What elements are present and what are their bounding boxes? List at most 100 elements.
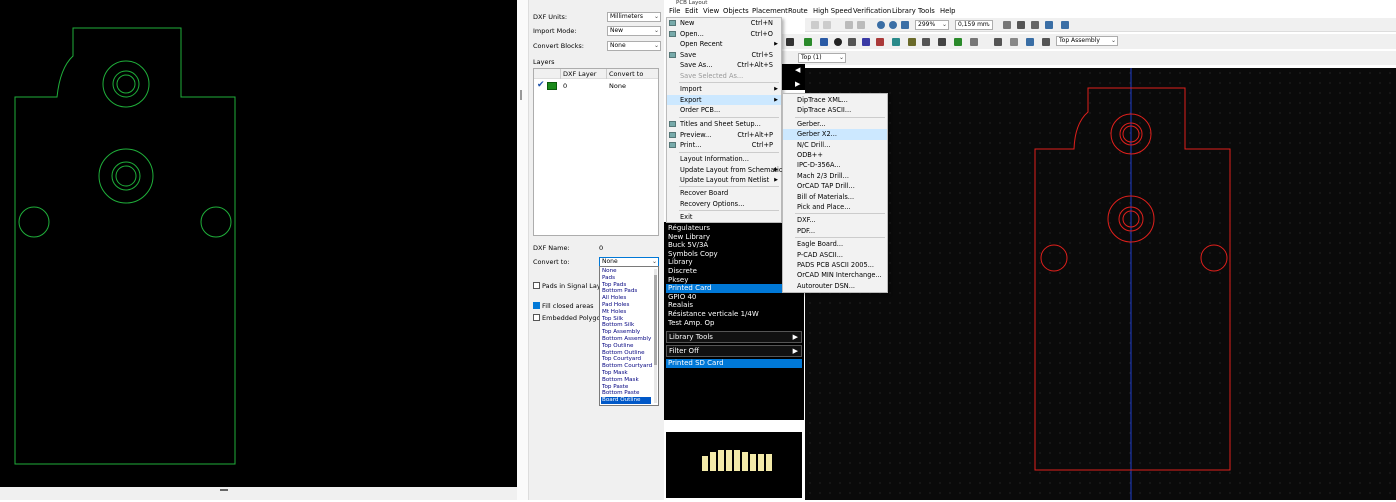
library-list-item[interactable]: Régulateurs xyxy=(668,224,710,233)
pad-icon[interactable] xyxy=(848,38,856,46)
dropdown-option[interactable]: Top Paste xyxy=(601,384,651,391)
menu-edit[interactable]: Edit xyxy=(685,7,698,15)
menu-library[interactable]: Library xyxy=(892,7,916,15)
export-menu-item[interactable]: OrCAD TAP Drill... xyxy=(783,181,887,191)
dropdown-option[interactable]: Bottom Courtyard xyxy=(601,363,652,370)
dropdown-option[interactable]: Board Outline xyxy=(601,397,651,404)
menu-view[interactable]: View xyxy=(703,7,719,15)
dropdown-option[interactable]: None xyxy=(601,268,651,275)
library-list-item[interactable]: New Library xyxy=(668,233,710,242)
dropdown-option[interactable]: Bottom Pads xyxy=(601,288,651,295)
menu-item-save-as[interactable]: Save As... Ctrl+Alt+S xyxy=(667,60,781,70)
trace-icon[interactable] xyxy=(804,38,812,46)
layers-table[interactable]: DXF Layer Convert to ✔ 0 None xyxy=(533,68,659,236)
menu-high-speed[interactable]: High Speed xyxy=(813,7,852,15)
menu-item-update-netlist[interactable]: Update Layout from Netlist ▶ xyxy=(667,175,781,185)
dropdown-option[interactable]: Pad Holes xyxy=(601,302,651,309)
route-icon[interactable] xyxy=(820,38,828,46)
dropdown-option[interactable]: Bottom Silk xyxy=(601,322,651,329)
export-menu-item[interactable]: DipTrace XML... xyxy=(783,95,887,105)
dropdown-option[interactable]: Bottom Assembly xyxy=(601,336,651,343)
arrow-left-icon[interactable]: ◀ xyxy=(795,66,800,74)
library-list-item[interactable]: Symbols Copy xyxy=(668,250,718,259)
dropdown-option[interactable]: Mt Holes xyxy=(601,309,651,316)
menu-item-order-pcb[interactable]: Order PCB... xyxy=(667,105,781,115)
dxf-preview-canvas[interactable] xyxy=(0,0,517,487)
menu-item-import[interactable]: Import ▶ xyxy=(667,84,781,94)
library-list-item[interactable]: Discrete xyxy=(668,267,697,276)
text-icon[interactable] xyxy=(922,38,930,46)
zoom-in-icon[interactable] xyxy=(877,21,885,29)
menu-item-open-recent[interactable]: Open Recent ▶ xyxy=(667,39,781,49)
checkmark-icon[interactable]: ✔ xyxy=(537,80,545,90)
zoom-fit-icon[interactable] xyxy=(901,21,909,29)
pads-signal-checkbox[interactable] xyxy=(533,282,540,289)
dropdown-option[interactable]: Top Outline xyxy=(601,343,651,350)
menu-item-titles-setup[interactable]: Titles and Sheet Setup... xyxy=(667,119,781,129)
export-menu-item[interactable]: IPC-D-356A... xyxy=(783,160,887,170)
grid-size-select[interactable]: 0,159 mm ⌄ xyxy=(955,20,993,30)
menu-item-save-selected[interactable]: Save Selected As... xyxy=(667,71,781,81)
export-menu-item[interactable]: Mach 2/3 Drill... xyxy=(783,171,887,181)
convert-to-dropdown-list[interactable]: None Pads Top Pads Bottom Pads All Holes Pad … xyxy=(599,266,659,406)
menu-tools[interactable]: Tools xyxy=(918,7,935,15)
via-icon[interactable] xyxy=(834,38,842,46)
dxf-units-select[interactable]: Millimeters ⌄ xyxy=(607,12,661,22)
fill-closed-checkbox[interactable] xyxy=(533,302,540,309)
panel-splitter[interactable] xyxy=(517,0,529,500)
dropdown-option[interactable]: Top Pads xyxy=(601,282,651,289)
export-menu-item[interactable]: P-CAD ASCII... xyxy=(783,250,887,260)
embedded-polygons-checkbox[interactable] xyxy=(533,314,540,321)
dropdown-option[interactable]: Top Courtyard xyxy=(601,356,651,363)
library-tools-button[interactable]: Library Tools ▶ xyxy=(666,331,802,343)
side-select[interactable]: Top Assembly ⌄ xyxy=(1056,36,1118,46)
dropdown-option[interactable]: Bottom Mask xyxy=(601,377,651,384)
convert-blocks-select[interactable]: None ⌄ xyxy=(607,41,661,51)
scrollbar[interactable] xyxy=(654,269,657,403)
redo-icon[interactable] xyxy=(857,21,865,29)
snap-icon[interactable] xyxy=(1017,21,1025,29)
ratsnest-icon[interactable] xyxy=(1010,38,1018,46)
layer-select[interactable]: Top (1) ⌄ xyxy=(798,53,846,63)
arrow-right-icon[interactable]: ▶ xyxy=(795,80,800,88)
library-list-item[interactable]: Buck 5V/3A xyxy=(668,241,708,250)
image-icon[interactable] xyxy=(954,38,962,46)
component-icon[interactable] xyxy=(994,38,1002,46)
export-menu-item[interactable]: Bill of Materials... xyxy=(783,192,887,202)
export-menu-item[interactable]: PADS PCB ASCII 2005... xyxy=(783,260,887,270)
dropdown-option[interactable]: Top Mask xyxy=(601,370,651,377)
menu-item-layout-info[interactable]: Layout Information... xyxy=(667,154,781,164)
cut-icon[interactable] xyxy=(811,21,819,29)
measure-icon[interactable] xyxy=(1031,21,1039,29)
menu-item-update-schematic[interactable]: Update Layout from Schematic ▶ xyxy=(667,165,782,175)
export-menu-item[interactable]: Pick and Place... xyxy=(783,202,887,212)
library-list-item[interactable]: Résistance verticale 1/4W xyxy=(668,310,759,319)
export-menu-item[interactable]: N/C Drill... xyxy=(783,140,887,150)
undo-icon[interactable] xyxy=(845,21,853,29)
export-menu-item[interactable]: ODB++ xyxy=(783,150,887,160)
binoculars-icon[interactable] xyxy=(786,38,794,46)
export-menu-item[interactable]: OrCAD MIN Interchange... xyxy=(783,270,887,280)
menu-route[interactable]: Route xyxy=(788,7,808,15)
export-menu-item[interactable]: DXF... xyxy=(783,215,887,225)
menu-item-export[interactable]: Export ▶ xyxy=(667,94,781,105)
export-menu-item[interactable]: Gerber... xyxy=(783,119,887,129)
menu-item-recover-board[interactable]: Recover Board xyxy=(667,188,781,198)
library-list-item[interactable]: Realais xyxy=(668,301,693,310)
menu-help[interactable]: Help xyxy=(940,7,956,15)
menu-objects[interactable]: Objects xyxy=(723,7,749,15)
dropdown-option[interactable]: Pads xyxy=(601,275,651,282)
dropdown-option[interactable]: Bottom Outline xyxy=(601,350,651,357)
menu-item-exit[interactable]: Exit xyxy=(667,212,781,222)
import-mode-select[interactable]: New ⌄ xyxy=(607,26,661,36)
view-icon[interactable] xyxy=(1061,21,1069,29)
library-list-item[interactable]: Library xyxy=(668,258,692,267)
drc-icon[interactable] xyxy=(1026,38,1034,46)
dropdown-option[interactable]: Top Assembly xyxy=(601,329,651,336)
layer-color-swatch[interactable] xyxy=(547,82,557,90)
menu-item-recovery-options[interactable]: Recovery Options... xyxy=(667,199,781,209)
dropdown-option[interactable]: Bottom Paste xyxy=(601,390,651,397)
zoom-select[interactable]: 299% ⌄ xyxy=(915,20,949,30)
dropdown-option[interactable]: All Holes xyxy=(601,295,651,302)
menu-file[interactable]: File xyxy=(669,7,680,15)
